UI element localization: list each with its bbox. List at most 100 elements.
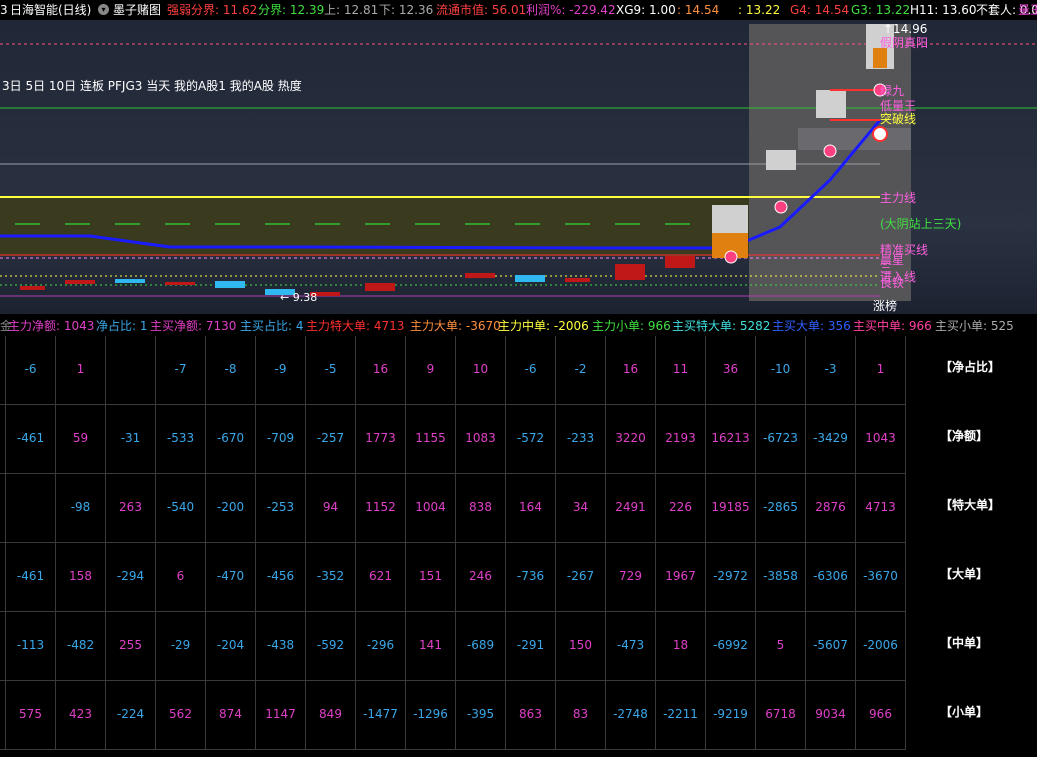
cell-value: -572 [516, 431, 545, 445]
cell-value: -98 [70, 500, 91, 514]
cell-value: 3220 [615, 431, 646, 445]
candle-blue [515, 275, 545, 282]
cell-value: 16213 [711, 431, 750, 445]
candle-down [20, 286, 45, 290]
dropdown-icon[interactable]: ▾ [98, 4, 109, 15]
table-cell: -31 [106, 405, 156, 474]
stat-item: 主买特大单: 5282 [672, 319, 771, 333]
chart-annotation: 突破线 [880, 111, 916, 126]
cell-value: -29 [170, 638, 191, 652]
table-cell [106, 336, 156, 405]
indicator-name[interactable]: 墨子赌图 [113, 3, 161, 17]
stock-title[interactable]: 日海智能(日线) [10, 3, 91, 17]
cell-value: -1477 [363, 707, 398, 721]
table-cell: -294 [106, 543, 156, 612]
cell-value: -204 [216, 638, 245, 652]
table-cell: 729 [606, 543, 656, 612]
cell-value: 6 [176, 569, 185, 583]
candle-blue [115, 279, 145, 283]
table-cell: -395 [456, 681, 506, 750]
cell-value: 562 [169, 707, 192, 721]
topbar-metric: 下: 12.36 [379, 3, 434, 17]
table-cell: -470 [206, 543, 256, 612]
cell-value: 1043 [865, 431, 896, 445]
table-cell: 16 [356, 336, 406, 405]
table-cell: 1043 [856, 405, 906, 474]
cell-value: -533 [166, 431, 195, 445]
cell-value: -296 [366, 638, 395, 652]
cell-value: -670 [216, 431, 245, 445]
table-cell: -1296 [406, 681, 456, 750]
table-cell: -296 [356, 612, 406, 681]
cell-value: 4713 [865, 500, 896, 514]
table-cell: 158 [56, 543, 106, 612]
cell-value: 11 [672, 362, 689, 376]
table-cell: -6992 [706, 612, 756, 681]
cell-value: 164 [519, 500, 542, 514]
cell-value: -233 [566, 431, 595, 445]
table-cell: 263 [106, 474, 156, 543]
cell-value: -8 [224, 362, 237, 376]
table-cell: -352 [306, 543, 356, 612]
cell-value: -3858 [763, 569, 798, 583]
cell-value: 1152 [365, 500, 396, 514]
row-label: 【净占比】 [940, 360, 1001, 374]
chart-annotation: 主力线 [880, 191, 916, 205]
title-bar: 3 日海智能(日线) ▾ 墨子赌图 强弱分界: 11.62 分界: 12.39 上:… [0, 0, 1037, 20]
table-cell: -572 [506, 405, 556, 474]
table-cell: 966 [856, 681, 906, 750]
table-cell: 1004 [406, 474, 456, 543]
stat-item: 主买净额: 7130 [150, 319, 237, 333]
table-cell: -736 [506, 543, 556, 612]
cell-value: -7 [174, 362, 187, 376]
table-cell: 1 [56, 336, 106, 405]
table-cell: -253 [256, 474, 306, 543]
period-tabs: 3日 5日 10日 连板 PFJG3 当天 我的A股1 我的A股 热度 [2, 78, 302, 93]
table-cell: -482 [56, 612, 106, 681]
table-cell: -709 [256, 405, 306, 474]
cell-value: 94 [322, 500, 339, 514]
table-cell: -438 [256, 612, 306, 681]
cell-value: -6723 [763, 431, 798, 445]
cell-value: -1296 [413, 707, 448, 721]
cell-value: 6718 [765, 707, 796, 721]
cell-value: -6992 [713, 638, 748, 652]
table-cell: 150 [556, 612, 606, 681]
chart-canvas[interactable]: 3日 5日 10日 连板 PFJG3 当天 我的A股1 我的A股 热度 ↑14.9… [0, 20, 1037, 314]
candle-down [65, 280, 95, 284]
table-cell: -224 [106, 681, 156, 750]
row-label: 【大单】 [940, 567, 989, 581]
topbar-metric: 强弱分界: 11.62 [167, 3, 258, 17]
table-cell: 874 [206, 681, 256, 750]
signal-icon [823, 144, 837, 158]
table-cell: -5607 [806, 612, 856, 681]
chart-annotation: 涨榜 [873, 298, 897, 313]
table-cell: 151 [406, 543, 456, 612]
table-cell: -113 [6, 612, 56, 681]
cell-value: 729 [619, 569, 642, 583]
stat-item: 主力中单: -2006 [498, 319, 589, 333]
table-cell: 6 [156, 543, 206, 612]
price-chart[interactable]: 3日 5日 10日 连板 PFJG3 当天 我的A股1 我的A股 热度 ↑14.9… [0, 20, 1037, 314]
cross-icon [872, 126, 888, 142]
cell-value: -267 [566, 569, 595, 583]
table-cell: -5 [306, 336, 356, 405]
table-cell: 16 [606, 336, 656, 405]
table-cell: 226 [656, 474, 706, 543]
table-cell: 16213 [706, 405, 756, 474]
candle-down [165, 282, 195, 285]
cell-value: -2865 [763, 500, 798, 514]
table-cell: 36 [706, 336, 756, 405]
table-cell: 3220 [606, 405, 656, 474]
table-cell: -98 [56, 474, 106, 543]
cell-value: -461 [16, 431, 45, 445]
table-cell: -8 [206, 336, 256, 405]
topbar-metric: 分界: 12.39 [258, 3, 325, 17]
signal-icon [724, 250, 738, 264]
table-cell: -6 [6, 336, 56, 405]
table-cell: -2972 [706, 543, 756, 612]
cell-value: -709 [266, 431, 295, 445]
cell-value: 83 [572, 707, 589, 721]
cell-value: 1773 [365, 431, 396, 445]
candle-up [816, 90, 846, 118]
